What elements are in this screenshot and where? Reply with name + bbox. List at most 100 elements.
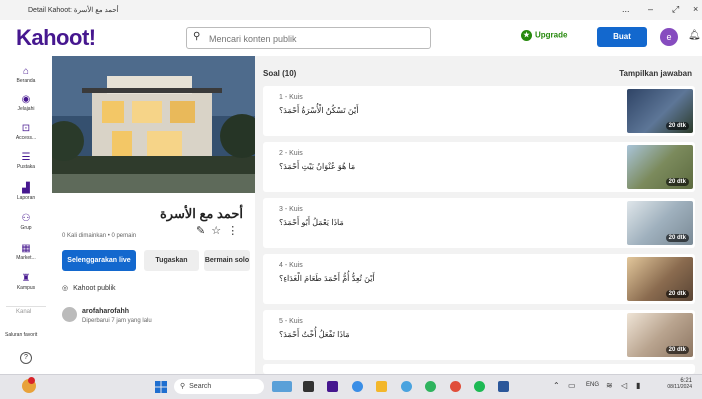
file-explorer-icon[interactable] bbox=[376, 381, 387, 392]
library-icon: ☰ bbox=[21, 152, 31, 163]
duration-badge: 20 dtk bbox=[665, 178, 689, 186]
show-answers-button[interactable]: Tampilkan jawaban bbox=[619, 69, 692, 78]
house-illustration bbox=[52, 56, 255, 193]
question-number: 1 - Kuis bbox=[279, 94, 303, 101]
author-updated: Diperbarui 7 jam yang lalu bbox=[82, 318, 152, 324]
widgets-icon[interactable] bbox=[272, 381, 292, 392]
chrome-icon[interactable] bbox=[401, 381, 412, 392]
minimize-icon[interactable]: – bbox=[648, 4, 653, 14]
groups-icon: ⚇ bbox=[21, 213, 31, 224]
maximize-icon[interactable]: ⤢ bbox=[672, 4, 679, 15]
author-avatar[interactable] bbox=[62, 307, 77, 322]
nav-item-library[interactable]: ☰ Pustaka bbox=[0, 152, 52, 170]
questions-header: Soal (10) bbox=[263, 69, 297, 78]
question-card[interactable]: 4 - Kuis أَيْنَ تُعِدُّ أُمُّ أَحْمَدَ ط… bbox=[263, 254, 695, 304]
question-card[interactable]: 1 - Kuis أَيْنَ تَسْكُنُ الْأُسْرَةُ أَح… bbox=[263, 86, 695, 136]
kahoot-logo[interactable]: Kahoot! bbox=[16, 25, 96, 51]
nav-channel-label: Kanal bbox=[16, 309, 32, 315]
nav-item-access[interactable]: ⊡ Access... bbox=[0, 123, 52, 141]
question-number: 2 - Kuis bbox=[279, 150, 303, 157]
battery-icon[interactable]: ▮ bbox=[636, 381, 640, 390]
kahoot-detail-panel: أحمد مع الأسرة ✎ ☆ ⋮ 0 Kali dimainkan • … bbox=[52, 56, 255, 374]
clock-date: 08/11/2024 bbox=[667, 384, 692, 390]
nav-divider bbox=[6, 306, 46, 307]
question-thumbnail: 20 dtk bbox=[627, 89, 693, 133]
question-text: مَاذَا تَفْعَلُ أُخْتُ أَحْمَدَ؟ bbox=[279, 330, 350, 339]
edge-icon[interactable] bbox=[352, 381, 363, 392]
question-card[interactable]: 2 - Kuis مَا هُوَ عُنْوَانُ بَيْتِ أَحْم… bbox=[263, 142, 695, 192]
language-indicator[interactable]: ENG bbox=[586, 382, 599, 388]
window-titlebar: Detail Kahoot: أحمد مع الأسرة ... – ⤢ × bbox=[0, 0, 702, 20]
question-thumbnail: 20 dtk bbox=[627, 145, 693, 189]
wifi-icon[interactable]: ≋ bbox=[606, 381, 613, 390]
edit-icon[interactable]: ✎ bbox=[196, 225, 205, 237]
more-icon[interactable]: ... bbox=[622, 4, 630, 14]
notification-badge bbox=[28, 377, 35, 384]
app-header: Kahoot! ⚲ ★Upgrade Buat e 🔔︎ bbox=[0, 20, 702, 57]
play-solo-button[interactable]: Bermain solo bbox=[204, 250, 250, 271]
spotify-icon[interactable] bbox=[474, 381, 485, 392]
question-thumbnail: 20 dtk bbox=[627, 313, 693, 357]
question-card-partial[interactable] bbox=[263, 364, 695, 374]
host-live-button[interactable]: Selenggarakan live bbox=[62, 250, 136, 271]
assign-button[interactable]: Tugaskan bbox=[144, 250, 199, 271]
nav-item-groups[interactable]: ⚇ Grup bbox=[0, 213, 52, 231]
left-nav: ⌂ Beranda ◉ Jelajahi ⊡ Access... ☰ Pustaka ▟… bbox=[0, 56, 53, 374]
nav-item-discover[interactable]: ◉ Jelajahi bbox=[0, 94, 52, 112]
market-icon: ▦ bbox=[21, 243, 31, 254]
globe-icon: ◎ bbox=[62, 285, 69, 292]
author-name[interactable]: arofaharofahh bbox=[82, 308, 129, 315]
clock[interactable]: 6:21 08/11/2024 bbox=[658, 378, 692, 390]
star-icon[interactable]: ☆ bbox=[211, 225, 221, 237]
chevron-up-icon[interactable]: ⌃ bbox=[553, 381, 560, 390]
question-thumbnail: 20 dtk bbox=[627, 201, 693, 245]
whatsapp-icon[interactable] bbox=[425, 381, 436, 392]
search-input[interactable] bbox=[207, 30, 421, 47]
help-icon[interactable]: ? bbox=[20, 352, 32, 364]
compass-icon: ◉ bbox=[21, 94, 31, 105]
reports-icon: ▟ bbox=[22, 183, 30, 194]
question-text: مَا هُوَ عُنْوَانُ بَيْتِ أَحْمَدَ؟ bbox=[279, 162, 356, 171]
upgrade-icon: ★ bbox=[521, 30, 532, 41]
upgrade-label: Upgrade bbox=[535, 30, 568, 40]
questions-panel: Soal (10) Tampilkan jawaban 1 - Kuis أَي… bbox=[255, 56, 702, 374]
windows-start-icon[interactable] bbox=[155, 380, 167, 393]
os-taskbar: ⚲ Search ⌃ ▭ ENG ≋ ◁ ▮ 6:21 08/11/2024 bbox=[0, 374, 702, 399]
duration-badge: 20 dtk bbox=[665, 234, 689, 242]
close-icon[interactable]: × bbox=[693, 4, 698, 14]
more-vertical-icon[interactable]: ⋮ bbox=[227, 225, 238, 237]
campus-icon: ♜ bbox=[21, 273, 31, 284]
visibility-label: ◎ Kahoot publik bbox=[62, 285, 116, 292]
search-box[interactable]: ⚲ bbox=[186, 27, 431, 49]
upgrade-button[interactable]: ★ Upgrade bbox=[521, 30, 567, 41]
task-view-icon[interactable] bbox=[303, 381, 314, 392]
question-card[interactable]: 5 - Kuis مَاذَا تَفْعَلُ أُخْتُ أَحْمَدَ… bbox=[263, 310, 695, 360]
volume-icon[interactable]: ◁ bbox=[621, 381, 627, 390]
access-icon: ⊡ bbox=[21, 123, 31, 134]
question-card[interactable]: 3 - Kuis مَاذَا يَعْمَلُ أَبُو أَحْمَدَ؟… bbox=[263, 198, 695, 248]
question-number: 3 - Kuis bbox=[279, 206, 303, 213]
chrome-profile-icon[interactable] bbox=[450, 381, 461, 392]
taskbar-search[interactable]: ⚲ Search bbox=[174, 379, 264, 394]
question-text: أَيْنَ تُعِدُّ أُمُّ أَحْمَدَ طَعَامَ ال… bbox=[279, 274, 375, 283]
question-number: 5 - Kuis bbox=[279, 318, 303, 325]
search-icon: ⚲ bbox=[193, 31, 201, 42]
user-avatar[interactable]: e bbox=[660, 28, 678, 46]
kahoot-tools: ✎ ☆ ⋮ bbox=[196, 224, 238, 237]
nav-item-reports[interactable]: ▟ Laporan bbox=[0, 183, 52, 201]
kahoot-app-icon[interactable] bbox=[327, 381, 338, 392]
question-number: 4 - Kuis bbox=[279, 262, 303, 269]
nav-item-campus[interactable]: ♜ Kampus bbox=[0, 273, 52, 291]
search-icon: ⚲ bbox=[180, 383, 186, 390]
create-button[interactable]: Buat bbox=[597, 27, 647, 47]
nav-item-market[interactable]: ▦ Market... bbox=[0, 243, 52, 261]
cover-image bbox=[52, 56, 255, 193]
tray-app-icon[interactable]: ▭ bbox=[568, 381, 576, 390]
nav-favorites-link[interactable]: Saluran favorit bbox=[5, 332, 37, 338]
word-icon[interactable] bbox=[498, 381, 509, 392]
bell-icon[interactable]: 🔔︎ bbox=[688, 30, 701, 41]
nav-item-home[interactable]: ⌂ Beranda bbox=[0, 66, 52, 84]
home-icon: ⌂ bbox=[22, 66, 30, 77]
duration-badge: 20 dtk bbox=[665, 290, 689, 298]
question-text: أَيْنَ تَسْكُنُ الْأُسْرَةُ أَحْمَدَ؟ bbox=[279, 106, 359, 115]
